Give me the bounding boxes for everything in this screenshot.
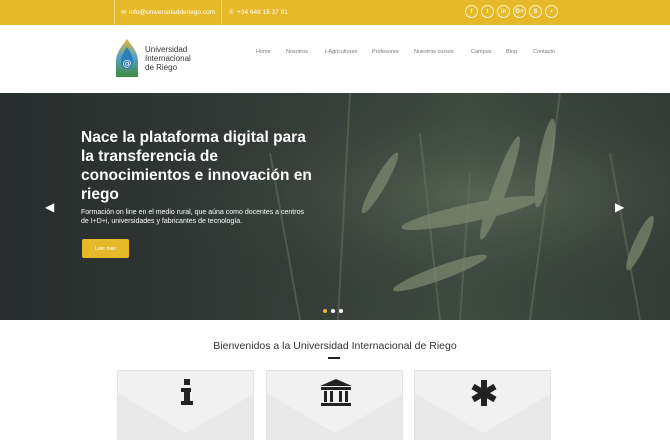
envelope-icon: ✉ — [121, 10, 127, 16]
read-more-button[interactable]: Leer mas — [82, 239, 129, 258]
main-nav: Home Nosotros I-Agricultores Profesores … — [0, 49, 670, 59]
slider-dot-1[interactable] — [323, 309, 327, 313]
nav-nosotros[interactable]: Nosotros — [286, 49, 308, 55]
email-text: info@universidadderiego.com — [129, 9, 216, 16]
feature-card-info[interactable] — [117, 370, 254, 440]
nav-campus[interactable]: Campus — [471, 49, 491, 55]
slider-dot-3[interactable] — [339, 309, 343, 313]
email-link[interactable]: ✉ info@universidadderiego.com — [114, 0, 222, 25]
phone-link[interactable]: ✆ +34 648 16 37 81 — [227, 0, 288, 25]
welcome-heading: Bienvenidos a la Universidad Internacion… — [213, 340, 457, 352]
linkedin-icon[interactable]: in — [497, 5, 510, 18]
feature-card-institution[interactable] — [266, 370, 403, 440]
hero-slider: Nace la plataforma digital para la trans… — [0, 93, 670, 320]
site-header: @ Universidad Internacional de Riego Hom… — [0, 25, 670, 93]
nav-i-agricultores[interactable]: I-Agricultores — [325, 49, 357, 55]
phone-icon: ✆ — [229, 10, 235, 16]
skype-icon[interactable]: S — [529, 5, 542, 18]
nav-contacto[interactable]: Contacto — [533, 49, 555, 55]
google-plus-icon[interactable]: G+ — [513, 5, 526, 18]
nav-nuestros-cursos[interactable]: Nuestros cursos — [414, 49, 454, 55]
welcome-divider — [328, 357, 340, 359]
slider-next-arrow-icon[interactable]: ▶ — [615, 201, 624, 213]
nav-home[interactable]: Home — [256, 49, 271, 55]
twitter-icon[interactable]: t — [481, 5, 494, 18]
info-icon — [180, 379, 193, 405]
top-bar: ✉ info@universidadderiego.com ✆ +34 648 … — [0, 0, 670, 25]
user-icon[interactable]: • — [545, 5, 558, 18]
hero-subtitle: Formación on line en el medio rural, que… — [81, 209, 304, 225]
nav-profesores[interactable]: Profesores — [372, 49, 399, 55]
institution-icon — [319, 379, 352, 406]
logo-line-3: de Riego — [145, 63, 178, 72]
asterisk-icon — [470, 380, 497, 406]
slider-pagination — [323, 309, 343, 313]
svg-text:@: @ — [123, 59, 132, 69]
slider-dot-2[interactable] — [331, 309, 335, 313]
hero-title: Nace la plataforma digital para la trans… — [81, 129, 312, 203]
nav-blog[interactable]: Blog — [506, 49, 517, 55]
feature-card-asterisk[interactable] — [414, 370, 551, 440]
phone-text: +34 648 16 37 81 — [237, 9, 288, 16]
social-links: f t in G+ S • — [465, 5, 558, 18]
slider-prev-arrow-icon[interactable]: ◀ — [45, 201, 54, 213]
facebook-icon[interactable]: f — [465, 5, 478, 18]
